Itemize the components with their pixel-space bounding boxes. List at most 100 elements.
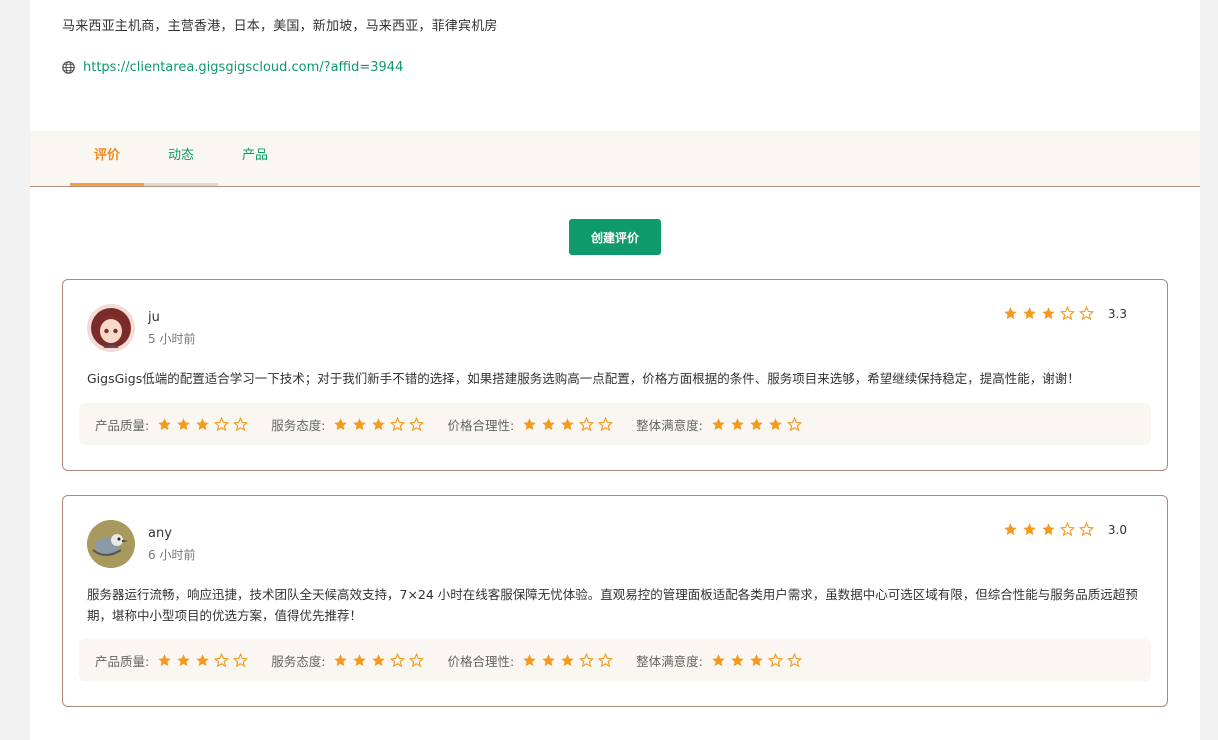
star-empty-icon — [233, 652, 249, 667]
star-filled-icon — [334, 653, 348, 666]
star-filled-icon — [177, 653, 190, 666]
company-description: 马来西亚主机商，主营香港，日本，美国，新加坡，马来西亚，菲律宾机房 — [62, 19, 498, 34]
star-filled-icon — [158, 417, 171, 430]
rating-breakdown: 产品质量: 服务态度: 价格合理性: 整体满意度: — [79, 403, 1151, 445]
rating-quality: 产品质量: — [95, 651, 252, 670]
rating-price: 价格合理性: — [447, 415, 617, 434]
tab-products-label: 产品 — [241, 148, 268, 163]
star-filled-icon — [196, 653, 209, 666]
overall-rating: 3.3 — [1003, 306, 1127, 321]
overall-stars — [1003, 306, 1098, 321]
tab-products[interactable]: 产品 — [218, 131, 292, 186]
website-link[interactable]: https://clientarea.gigsgigscloud.com/?af… — [83, 60, 403, 75]
star-filled-icon — [353, 653, 367, 666]
rating-label: 产品质量: — [95, 653, 150, 669]
rating-label: 整体满意度: — [636, 653, 703, 669]
star-filled-icon — [561, 653, 574, 666]
star-filled-icon — [372, 417, 386, 430]
star-empty-icon — [390, 652, 406, 667]
star-filled-icon — [731, 653, 744, 666]
star-filled-icon — [731, 417, 744, 430]
star-empty-icon — [1059, 306, 1075, 321]
star-filled-icon — [523, 653, 536, 666]
star-empty-icon — [390, 416, 406, 431]
avatar — [87, 520, 135, 568]
rating-label: 价格合理性: — [447, 417, 515, 433]
rating-label: 服务态度: — [271, 417, 326, 433]
star-filled-icon — [177, 417, 190, 430]
rating-stars — [333, 416, 428, 432]
star-empty-icon — [1078, 522, 1094, 537]
rating-overall-satisfaction: 整体满意度: — [636, 651, 806, 670]
rating-label: 价格合理性: — [447, 653, 515, 669]
star-filled-icon — [712, 417, 725, 430]
rating-quality: 产品质量: — [95, 415, 252, 434]
review-card: any 6 小时前 3.0 服务器运行流畅，响应迅捷，技术团队全天候高效支持，7… — [62, 495, 1168, 707]
star-empty-icon — [579, 652, 595, 667]
tab-reviews[interactable]: 评价 — [70, 131, 144, 186]
star-filled-icon — [561, 417, 574, 430]
star-filled-icon — [1023, 523, 1036, 536]
star-empty-icon — [598, 416, 614, 431]
review-time: 5 小时前 — [148, 332, 196, 346]
star-filled-icon — [523, 417, 536, 430]
star-empty-icon — [409, 416, 425, 431]
star-filled-icon — [769, 417, 782, 430]
rating-service: 服务态度: — [271, 651, 428, 670]
star-empty-icon — [786, 652, 802, 667]
star-empty-icon — [1078, 306, 1094, 321]
rating-stars — [157, 652, 252, 668]
star-empty-icon — [214, 416, 230, 431]
username: any — [148, 526, 172, 541]
review-text: GigsGigs低端的配置适合学习一下技术；对于我们新手不错的选择，如果搭建服务… — [87, 371, 1080, 386]
star-empty-icon — [214, 652, 230, 667]
star-filled-icon — [372, 653, 386, 666]
review-text: 服务器运行流畅，响应迅捷，技术团队全天候高效支持，7×24 小时在线客服保障无忧… — [87, 587, 1138, 623]
star-filled-icon — [750, 653, 763, 666]
rating-label: 服务态度: — [271, 653, 326, 669]
star-filled-icon — [1023, 307, 1036, 320]
tab-bar: 评价 动态 产品 — [30, 131, 1200, 187]
tab-news[interactable]: 动态 — [144, 131, 218, 186]
rating-label: 产品质量: — [95, 417, 150, 433]
create-review-button[interactable]: 创建评价 — [569, 219, 661, 255]
star-empty-icon — [767, 652, 783, 667]
rating-label: 整体满意度: — [636, 417, 703, 433]
overall-score: 3.0 — [1107, 522, 1127, 537]
star-filled-icon — [334, 417, 348, 430]
rating-stars — [711, 652, 806, 668]
star-filled-icon — [158, 653, 171, 666]
rating-stars — [522, 652, 617, 668]
star-filled-icon — [196, 417, 209, 430]
star-empty-icon — [579, 416, 595, 431]
star-empty-icon — [1059, 522, 1075, 537]
star-filled-icon — [1042, 307, 1055, 320]
star-filled-icon — [1004, 523, 1017, 536]
globe-icon — [62, 61, 75, 74]
review-card: ju 5 小时前 3.3 GigsGigs低端的配置适合学习一下技术；对于我们新… — [62, 279, 1168, 471]
star-filled-icon — [542, 653, 555, 666]
rating-service: 服务态度: — [271, 415, 428, 434]
review-time: 6 小时前 — [148, 548, 196, 562]
star-filled-icon — [750, 417, 763, 430]
tab-underline — [70, 183, 144, 186]
star-filled-icon — [353, 417, 367, 430]
rating-stars — [522, 416, 617, 432]
star-filled-icon — [542, 417, 555, 430]
rating-price: 价格合理性: — [447, 651, 617, 670]
star-empty-icon — [409, 652, 425, 667]
username: ju — [148, 310, 160, 325]
company-panel: 马来西亚主机商，主营香港，日本，美国，新加坡，马来西亚，菲律宾机房 https:… — [30, 0, 1200, 740]
rating-overall-satisfaction: 整体满意度: — [636, 415, 806, 434]
star-filled-icon — [712, 653, 725, 666]
star-empty-icon — [598, 652, 614, 667]
tab-underline — [144, 183, 218, 186]
star-filled-icon — [1004, 307, 1017, 320]
rating-stars — [711, 416, 806, 432]
overall-score: 3.3 — [1107, 306, 1127, 321]
overall-stars — [1003, 522, 1098, 537]
star-empty-icon — [786, 416, 802, 431]
website-row: https://clientarea.gigsgigscloud.com/?af… — [62, 60, 403, 75]
rating-stars — [157, 416, 252, 432]
overall-rating: 3.0 — [1003, 522, 1127, 537]
